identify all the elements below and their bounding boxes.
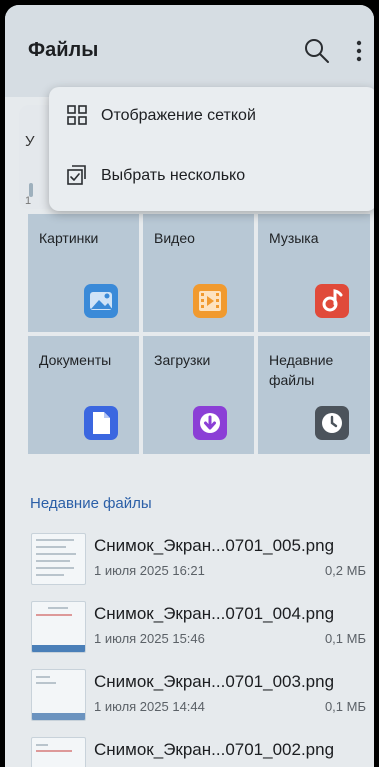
file-row[interactable]: Снимок_Экран...0701_002.png	[5, 733, 374, 767]
overflow-menu: Отображение сеткой Выбрать несколько	[49, 87, 374, 211]
storage-card-title: У	[25, 133, 35, 150]
file-thumbnail	[31, 601, 86, 653]
file-name: Снимок_Экран...0701_003.png	[94, 672, 335, 691]
category-tile-video[interactable]: Видео	[143, 214, 254, 332]
storage-card-caption: 1	[25, 195, 32, 207]
more-options-icon[interactable]	[353, 37, 365, 65]
screen: Файлы У 1 Картинки Видео Музыка Документ…	[5, 5, 374, 767]
menu-item-label: Выбрать несколько	[101, 167, 246, 184]
recent-files-heading[interactable]: Недавние файлы	[30, 495, 152, 512]
file-row[interactable]: Снимок_Экран...0701_003.png 1 июля 2025 …	[5, 665, 374, 733]
music-icon	[315, 284, 349, 318]
file-date: 1 июля 2025 15:46	[94, 631, 205, 646]
video-icon	[193, 284, 227, 318]
file-name: Снимок_Экран...0701_004.png	[94, 604, 335, 623]
page-title: Файлы	[28, 39, 99, 61]
file-thumbnail	[31, 533, 86, 585]
file-row[interactable]: Снимок_Экран...0701_004.png 1 июля 2025 …	[5, 597, 374, 665]
download-icon	[193, 406, 227, 440]
clock-icon	[315, 406, 349, 440]
category-tile-music[interactable]: Музыка	[258, 214, 370, 332]
search-icon[interactable]	[303, 37, 331, 65]
file-size: 0,1 МБ	[324, 631, 366, 646]
category-label: Документы	[39, 352, 112, 368]
file-thumbnail	[31, 669, 86, 721]
category-tile-documents[interactable]: Документы	[28, 336, 139, 454]
menu-item-label: Отображение сеткой	[101, 107, 256, 124]
grid-icon	[65, 103, 89, 127]
category-label: Недавние файлы	[269, 352, 334, 388]
category-tile-recent[interactable]: Недавние файлы	[258, 336, 370, 454]
file-name: Снимок_Экран...0701_002.png	[94, 740, 335, 759]
multi-select-icon	[65, 163, 89, 187]
menu-item-select-multiple[interactable]: Выбрать несколько	[49, 147, 374, 207]
menu-item-grid-view[interactable]: Отображение сеткой	[49, 87, 374, 147]
file-size: 0,1 МБ	[324, 699, 366, 714]
category-label: Видео	[154, 230, 195, 246]
category-tile-downloads[interactable]: Загрузки	[143, 336, 254, 454]
document-icon	[84, 406, 118, 440]
image-icon	[84, 284, 118, 318]
category-label: Загрузки	[154, 352, 211, 368]
top-app-bar: Файлы	[5, 5, 374, 97]
file-size: 0,2 МБ	[324, 563, 366, 578]
category-grid: Картинки Видео Музыка Документы Загрузки…	[28, 214, 370, 454]
category-label: Картинки	[39, 230, 99, 246]
category-label: Музыка	[269, 230, 319, 246]
file-name: Снимок_Экран...0701_005.png	[94, 536, 335, 555]
file-date: 1 июля 2025 14:44	[94, 699, 205, 714]
category-tile-images[interactable]: Картинки	[28, 214, 139, 332]
file-row[interactable]: Снимок_Экран...0701_005.png 1 июля 2025 …	[5, 529, 374, 597]
file-thumbnail	[31, 737, 86, 767]
file-date: 1 июля 2025 16:21	[94, 563, 205, 578]
